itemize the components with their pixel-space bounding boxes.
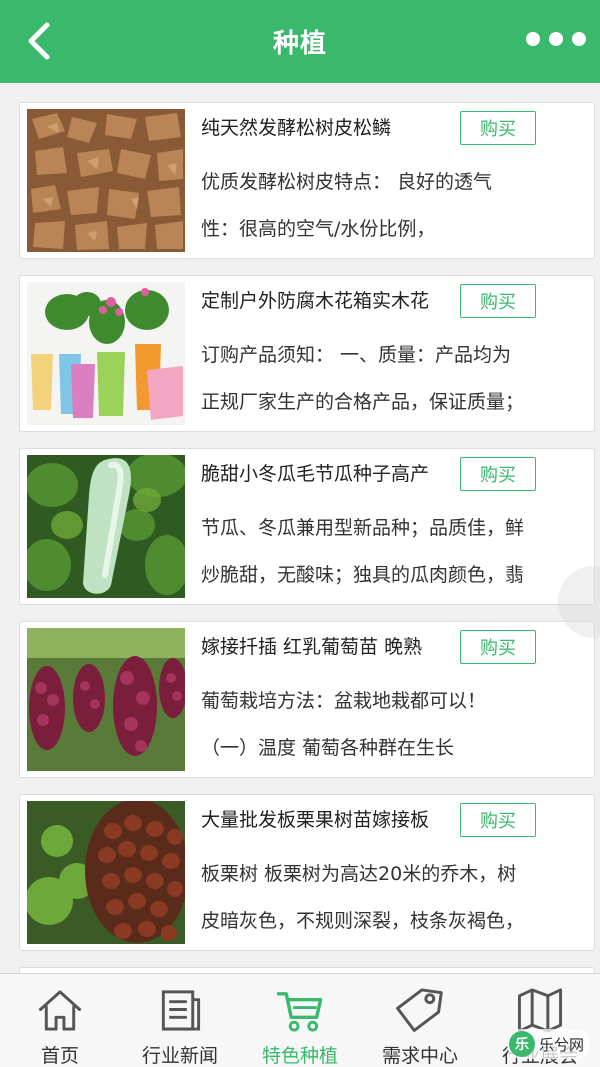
product-description: 订购产品须知： 一、质量：产品均为 正规厂家生产的合格产品，保证质量；	[201, 332, 556, 426]
buy-button[interactable]: 购买	[460, 284, 536, 318]
product-name[interactable]: 脆甜小冬瓜毛节瓜种子高产	[201, 459, 451, 486]
tab-label: 首页	[40, 1045, 79, 1067]
description-line: 订购产品须知： 一、质量：产品均为	[201, 344, 512, 366]
chevron-left-icon	[28, 22, 50, 60]
product-name[interactable]: 大量批发板栗果树苗嫁接板	[201, 805, 451, 832]
product-description: 葡萄栽培方法：盆栽地栽都可以！ （一）温度 葡萄各种群在生长	[201, 678, 556, 772]
tab-home[interactable]: 首页	[0, 974, 120, 1067]
tab-news[interactable]: 行业新闻	[120, 974, 240, 1067]
product-name[interactable]: 定制户外防腐木花箱实木花	[201, 286, 451, 313]
page-title: 种植	[272, 29, 327, 59]
tab-featured-planting[interactable]: 特色种植	[240, 974, 360, 1067]
product-image-winter-melon[interactable]	[27, 455, 185, 598]
product-card[interactable]: 脆甜小冬瓜毛节瓜种子高产 购买 节瓜、冬瓜兼用型新品种；品质佳，鲜 炒脆甜，无酸…	[19, 448, 595, 605]
pine-bark-image	[27, 109, 185, 252]
more-dot-icon	[549, 32, 563, 46]
description-line: 板栗树 板栗树为高达20米的乔木，树	[201, 863, 517, 885]
tab-label: 特色种植	[261, 1045, 338, 1067]
description-line: 皮暗灰色，不规则深裂，枝条灰褐色，	[201, 910, 525, 932]
product-image-chestnuts[interactable]	[27, 801, 185, 944]
app-header: 种植	[0, 0, 600, 83]
buy-button[interactable]: 购买	[460, 803, 536, 837]
description-line: 炒脆甜，无酸味；独具的瓜肉颜色，翡	[201, 564, 525, 586]
product-name[interactable]: 纯天然发酵松树皮松鳞	[201, 113, 451, 140]
grapes-image	[27, 628, 185, 771]
product-card[interactable]: 纯天然发酵松树皮松鳞 购买 优质发酵松树皮特点： 良好的透气 性：很高的空气/水…	[19, 102, 595, 259]
tab-label: 需求中心	[381, 1045, 458, 1067]
product-card[interactable]: 大量批发板栗果树苗嫁接板 购买 板栗树 板栗树为高达20米的乔木，树 皮暗灰色，…	[19, 794, 595, 951]
tab-demand-center[interactable]: 需求中心	[360, 974, 480, 1067]
cart-icon	[276, 992, 323, 1032]
home-icon	[38, 990, 82, 1031]
description-line: 正规厂家生产的合格产品，保证质量；	[201, 391, 525, 413]
description-line: 性：很高的空气/水份比例，	[201, 218, 436, 240]
site-watermark: 乐 乐兮网	[506, 1029, 590, 1059]
chestnuts-image	[27, 801, 185, 944]
product-description: 优质发酵松树皮特点： 良好的透气 性：很高的空气/水份比例，	[201, 159, 556, 253]
buy-button[interactable]: 购买	[460, 630, 536, 664]
product-description: 节瓜、冬瓜兼用型新品种；品质佳，鲜 炒脆甜，无酸味；独具的瓜肉颜色，翡	[201, 505, 556, 599]
product-image-grapes[interactable]	[27, 628, 185, 771]
product-image-flower-pots[interactable]	[27, 282, 185, 425]
product-image-pine-bark[interactable]	[27, 109, 185, 252]
more-menu-button[interactable]	[526, 26, 586, 52]
product-list[interactable]: 纯天然发酵松树皮松鳞 购买 优质发酵松树皮特点： 良好的透气 性：很高的空气/水…	[0, 83, 600, 973]
more-dot-icon	[526, 32, 540, 46]
product-description: 板栗树 板栗树为高达20米的乔木，树 皮暗灰色，不规则深裂，枝条灰褐色，	[201, 851, 556, 945]
buy-button[interactable]: 购买	[460, 111, 536, 145]
tag-icon	[396, 988, 443, 1032]
map-icon	[517, 988, 563, 1033]
news-icon	[161, 990, 201, 1031]
product-name[interactable]: 嫁接扦插 红乳葡萄苗 晚熟	[201, 632, 451, 659]
product-card[interactable]: 定制户外防腐木花箱实木花 购买 订购产品须知： 一、质量：产品均为 正规厂家生产…	[19, 275, 595, 432]
tab-label: 行业新闻	[141, 1045, 218, 1067]
app-screen: 种植 纯天然发酵松树皮松鳞 购买 优质发酵松树皮特点： 良好的透气 性：很高的空…	[0, 0, 600, 1067]
description-line: （一）温度 葡萄各种群在生长	[201, 737, 455, 759]
buy-button[interactable]: 购买	[460, 457, 536, 491]
description-line: 葡萄栽培方法：盆栽地栽都可以！	[201, 690, 487, 712]
more-dot-icon	[572, 32, 586, 46]
winter-melon-image	[27, 455, 185, 598]
watermark-text: 乐兮网	[538, 1035, 584, 1054]
product-card[interactable]: 嫁接扦插 红乳葡萄苗 晚熟 购买 葡萄栽培方法：盆栽地栽都可以！ （一）温度 葡…	[19, 621, 595, 778]
watermark-logo-icon: 乐	[508, 1031, 535, 1057]
description-line: 优质发酵松树皮特点： 良好的透气	[201, 171, 493, 193]
description-line: 节瓜、冬瓜兼用型新品种；品质佳，鲜	[201, 517, 525, 539]
flower-pots-image	[27, 282, 185, 425]
back-button[interactable]	[18, 16, 58, 66]
